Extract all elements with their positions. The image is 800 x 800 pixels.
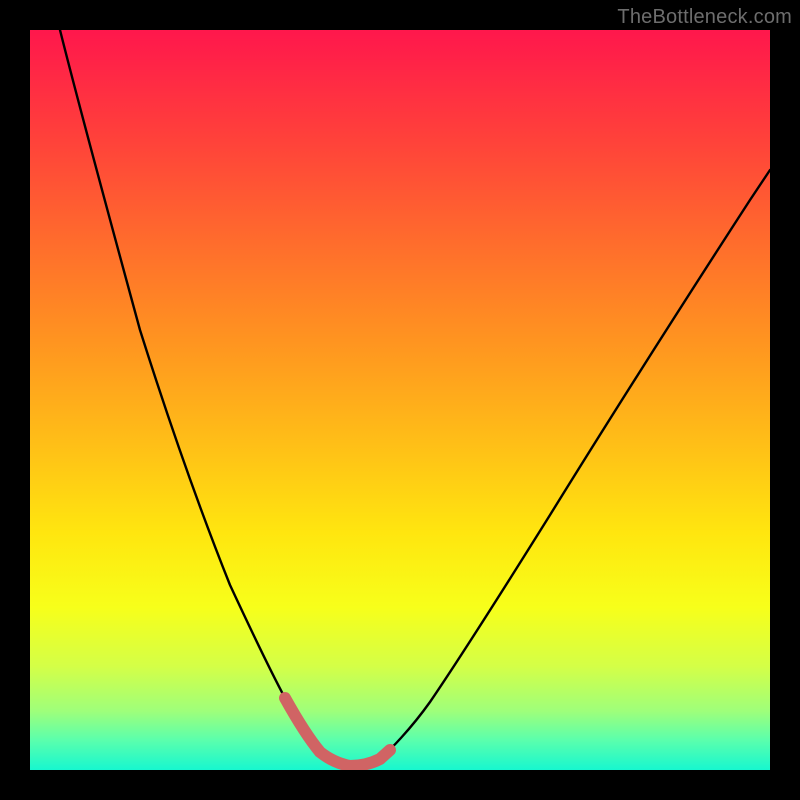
watermark-label: TheBottleneck.com (617, 6, 792, 29)
highlight-segment (285, 698, 390, 766)
main-curve (60, 30, 770, 766)
curve-svg (30, 30, 770, 770)
chart-frame: TheBottleneck.com (0, 0, 800, 800)
plot-area (30, 30, 770, 770)
